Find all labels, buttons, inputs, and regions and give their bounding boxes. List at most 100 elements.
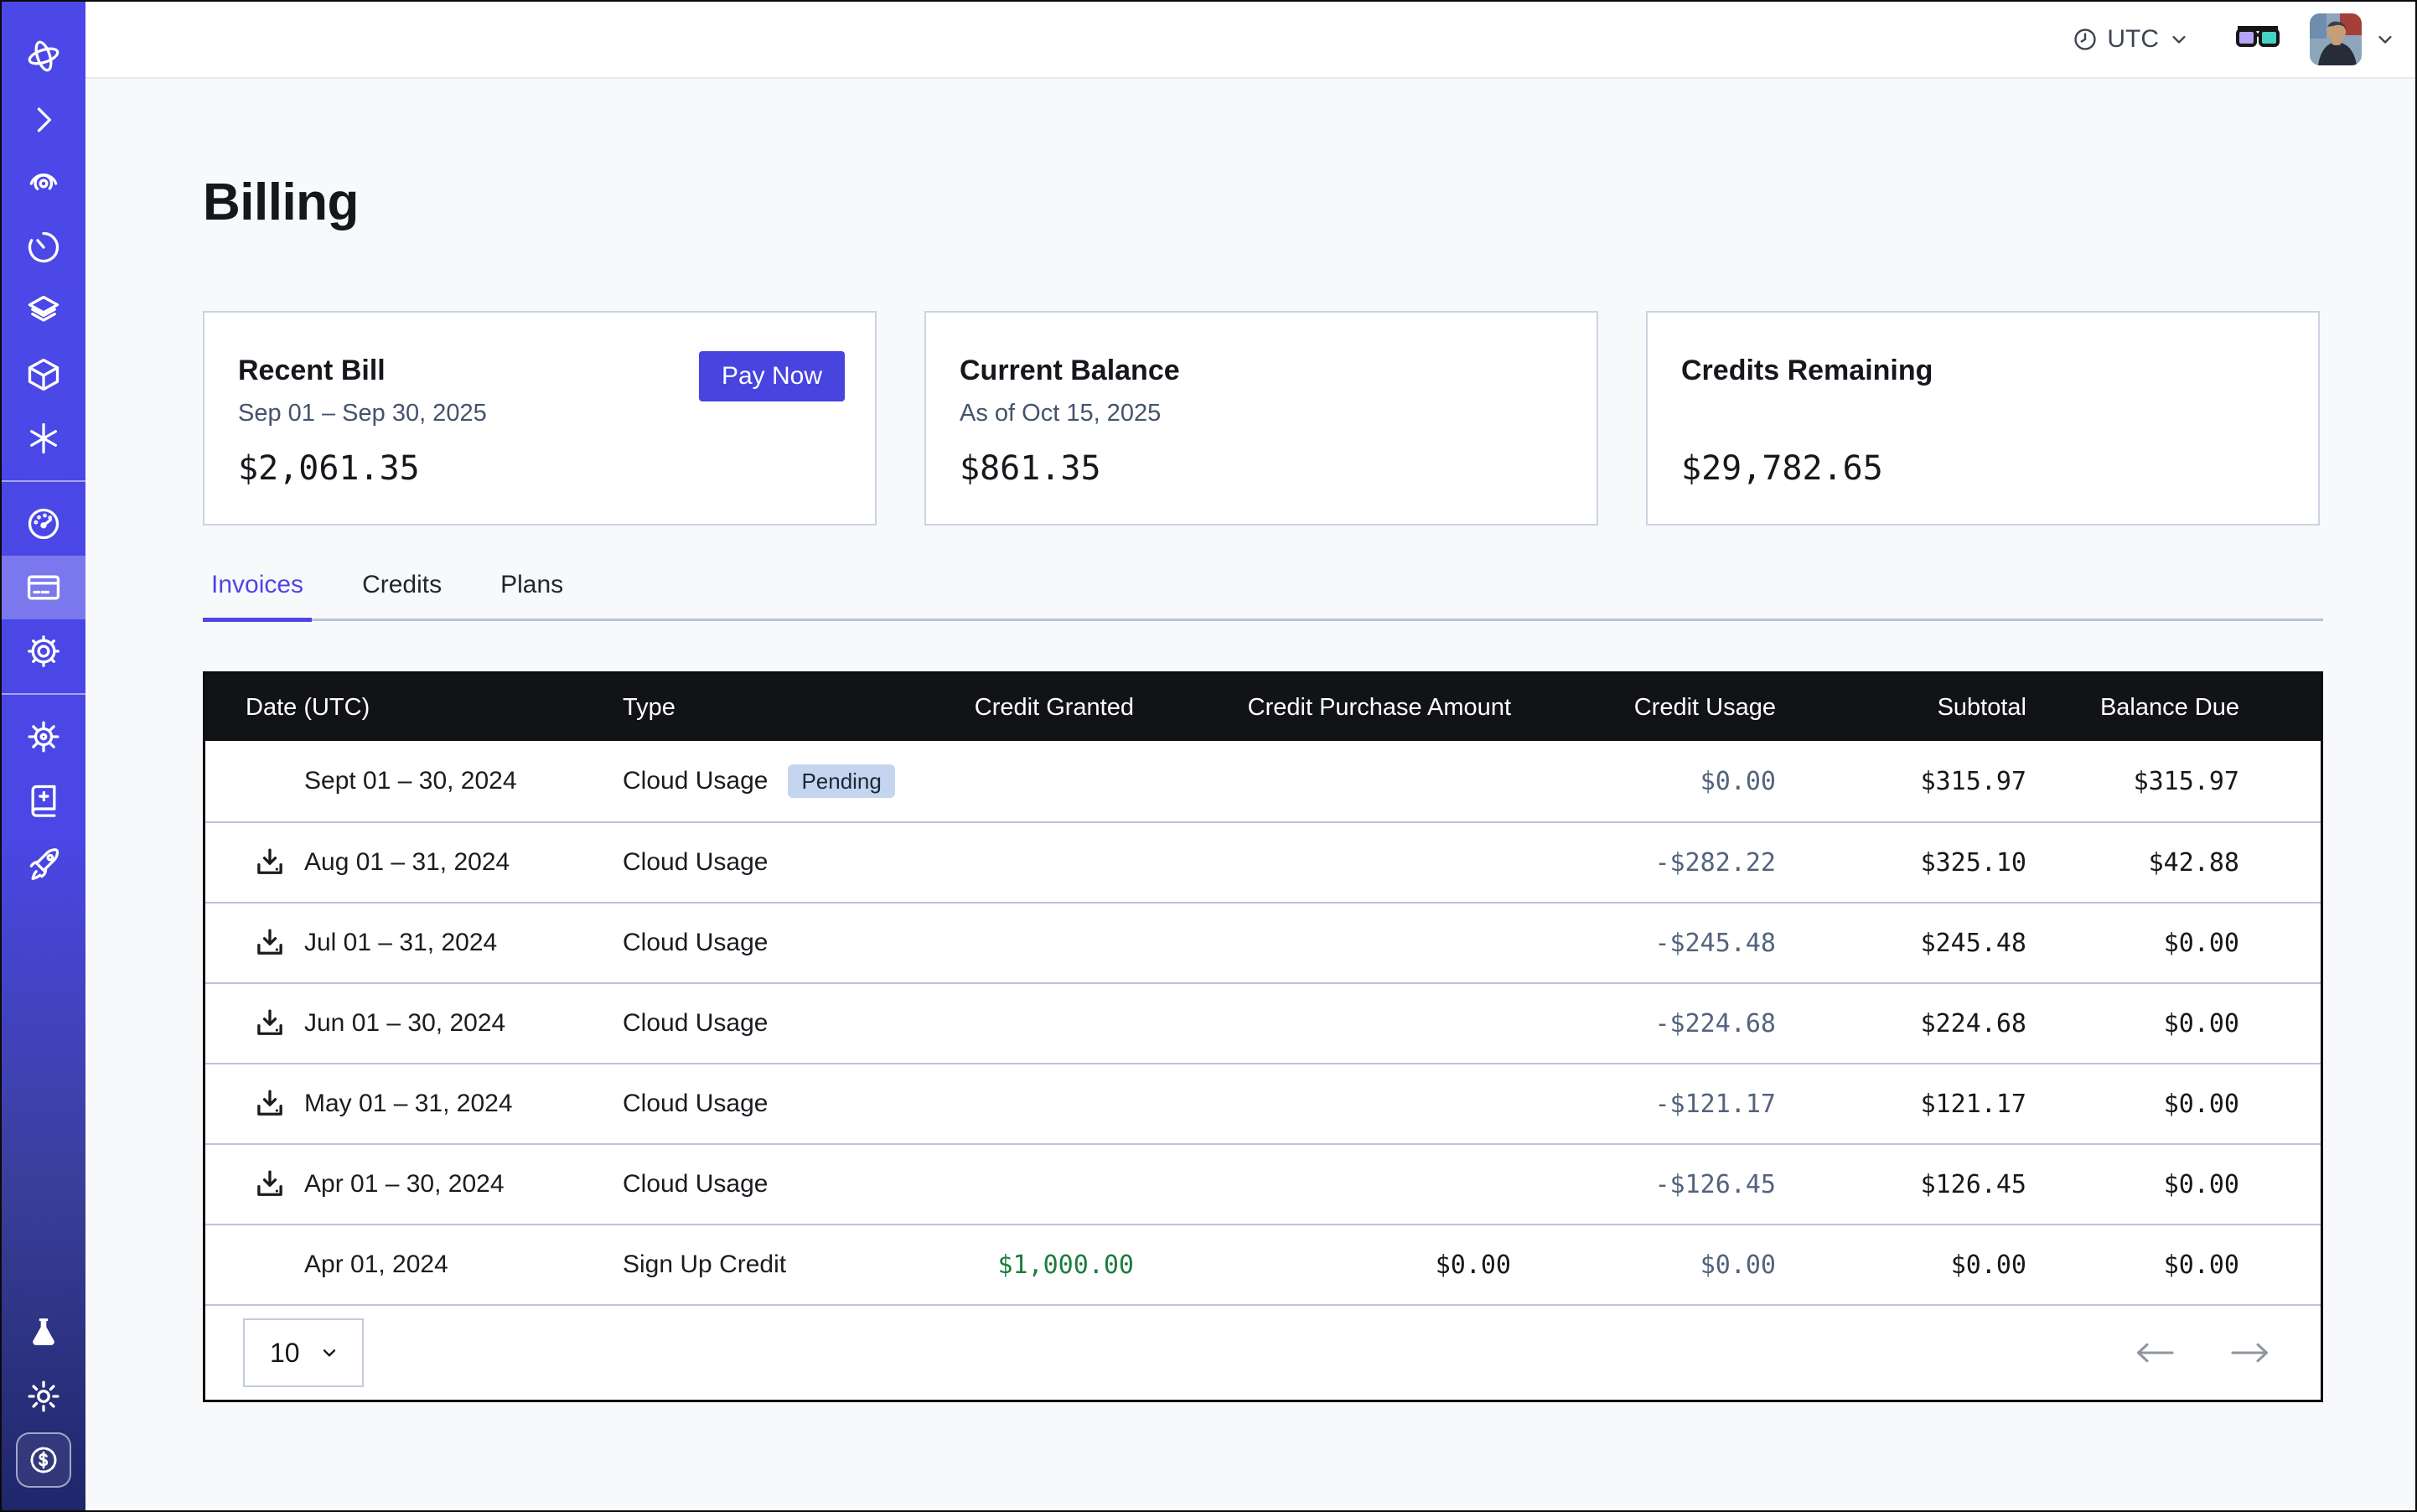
chevron-down-icon[interactable] <box>2373 28 2397 51</box>
date-cell: Aug 01 – 31, 2024 <box>205 845 608 880</box>
recent-bill-amount: $2,061.35 <box>238 449 875 488</box>
invoice-type: Cloud Usage <box>623 1090 768 1118</box>
credit-usage-cell: $0.00 <box>1588 767 1856 796</box>
arrow-right-icon <box>2230 1340 2270 1365</box>
table-row: May 01 – 31, 2024 Cloud Usage -$121.17$121… <box>205 1063 2321 1143</box>
type-cell: Cloud Usage <box>608 1009 968 1038</box>
column-header: Credit Granted <box>968 694 1211 722</box>
gear-icon[interactable] <box>2 619 85 683</box>
status-badge: Pending <box>788 764 894 798</box>
invoice-type: Cloud Usage <box>623 1009 768 1038</box>
download-invoice-button[interactable] <box>252 1006 287 1041</box>
download-icon <box>252 1167 287 1202</box>
invoice-date: May 01 – 31, 2024 <box>304 1090 513 1118</box>
credit-usage-cell: -$245.48 <box>1588 929 1856 958</box>
sidebar <box>2 2 85 1510</box>
date-cell: Apr 01 – 30, 2024 <box>205 1167 608 1202</box>
clock-icon <box>2072 26 2099 53</box>
balance-due-cell: $315.97 <box>2099 767 2321 796</box>
previous-page-button[interactable] <box>2135 1340 2175 1365</box>
balance-due-cell: $0.00 <box>2099 929 2321 958</box>
sun-icon[interactable] <box>2 1364 85 1428</box>
gauge-icon[interactable] <box>2 492 85 556</box>
chevron-down-icon <box>318 1342 340 1364</box>
download-icon <box>252 845 287 880</box>
invoice-type: Cloud Usage <box>623 929 768 957</box>
download-icon <box>252 925 287 961</box>
credit-usage-cell: -$126.45 <box>1588 1170 1856 1199</box>
download-icon <box>252 1006 287 1041</box>
page-title: Billing <box>203 173 2320 232</box>
card-subtitle: Sep 01 – Sep 30, 2025 <box>238 400 875 428</box>
date-cell: Apr 01, 2024 <box>205 1247 608 1282</box>
helm-icon[interactable] <box>2 705 85 769</box>
tab-credits[interactable]: Credits <box>354 571 450 619</box>
book-sparkle-icon[interactable] <box>2 769 85 832</box>
type-cell: Cloud Usage <box>608 1170 968 1199</box>
tab-plans[interactable]: Plans <box>492 571 572 619</box>
download-placeholder <box>252 764 287 799</box>
content-column: UTC <box>85 2 2415 1510</box>
credit-granted-cell: $1,000.00 <box>968 1251 1211 1280</box>
chevron-down-icon <box>2167 28 2191 51</box>
layers-icon[interactable] <box>2 279 85 343</box>
date-cell: May 01 – 31, 2024 <box>205 1086 608 1121</box>
dollar-badge-button[interactable] <box>2 1428 85 1492</box>
subtotal-cell: $224.68 <box>1856 1009 2099 1038</box>
credits-remaining-card: Credits Remaining $29,782.65 <box>1646 311 2320 526</box>
timer-icon[interactable] <box>2 215 85 279</box>
table-row: Apr 01 – 30, 2024Cloud Usage-$126.45$126… <box>205 1143 2321 1224</box>
logo[interactable] <box>2 24 85 88</box>
subtotal-cell: $315.97 <box>1856 767 2099 796</box>
chevron-right-icon[interactable] <box>2 88 85 152</box>
table-row: Aug 01 – 31, 2024 Cloud Usage -$282.22$325… <box>205 821 2321 902</box>
invoice-date: Apr 01 – 30, 2024 <box>304 1170 505 1199</box>
spiral-eye-icon[interactable] <box>2 152 85 215</box>
invoice-date: Aug 01 – 31, 2024 <box>304 848 510 877</box>
table-row: Sept 01 – 30, 2024 Cloud Usage Pending $0.0… <box>205 741 2321 821</box>
billing-card-icon <box>25 569 62 606</box>
tab-invoices[interactable]: Invoices <box>203 571 312 622</box>
subtotal-cell: $121.17 <box>1856 1090 2099 1119</box>
card-title: Current Balance <box>960 355 1597 387</box>
download-invoice-button[interactable] <box>252 1167 287 1202</box>
topbar: UTC <box>85 2 2415 79</box>
sidebar-item-billing[interactable] <box>2 556 85 619</box>
invoice-date: Apr 01, 2024 <box>304 1251 448 1279</box>
download-invoice-button[interactable] <box>252 1086 287 1121</box>
balance-due-cell: $0.00 <box>2099 1251 2321 1280</box>
invoice-type: Cloud Usage <box>623 848 768 877</box>
subtotal-cell: $325.10 <box>1856 848 2099 878</box>
card-subtitle <box>1681 400 2318 428</box>
invoice-type: Cloud Usage <box>623 767 768 795</box>
invoice-date: Sept 01 – 30, 2024 <box>304 767 517 795</box>
page-size-select[interactable]: 10 <box>243 1318 364 1387</box>
sidebar-divider <box>2 693 85 695</box>
arrow-left-icon <box>2135 1340 2175 1365</box>
timezone-selector[interactable]: UTC <box>2072 25 2191 54</box>
3d-glasses-icon[interactable] <box>2234 22 2281 57</box>
credit-usage-cell: -$224.68 <box>1588 1009 1856 1038</box>
table-footer: 10 <box>205 1304 2321 1400</box>
rocket-icon[interactable] <box>2 832 85 896</box>
credit-usage-cell: -$121.17 <box>1588 1090 1856 1119</box>
column-header: Type <box>608 694 968 722</box>
credit-usage-cell: -$282.22 <box>1588 848 1856 878</box>
cube-icon[interactable] <box>2 343 85 406</box>
table-row: Apr 01, 2024Sign Up Credit$1,000.00$0.00… <box>205 1224 2321 1304</box>
type-cell: Cloud Usage <box>608 848 968 877</box>
recent-bill-card: Recent Bill Sep 01 – Sep 30, 2025 $2,061… <box>203 311 877 526</box>
download-invoice-button[interactable] <box>252 925 287 961</box>
billing-tabs: Invoices Credits Plans <box>203 571 2323 621</box>
download-icon <box>252 1086 287 1121</box>
avatar[interactable] <box>2310 13 2362 65</box>
table-body: Sept 01 – 30, 2024 Cloud Usage Pending $0.0… <box>205 741 2321 1304</box>
download-invoice-button[interactable] <box>252 845 287 880</box>
next-page-button[interactable] <box>2230 1340 2270 1365</box>
table-row: Jun 01 – 30, 2024 Cloud Usage -$224.68$224… <box>205 982 2321 1063</box>
invoice-date: Jun 01 – 30, 2024 <box>304 1009 505 1038</box>
flask-icon[interactable] <box>2 1301 85 1364</box>
current-balance-amount: $861.35 <box>960 449 1597 488</box>
pay-now-button[interactable]: Pay Now <box>699 351 845 401</box>
asterisk-icon[interactable] <box>2 406 85 470</box>
